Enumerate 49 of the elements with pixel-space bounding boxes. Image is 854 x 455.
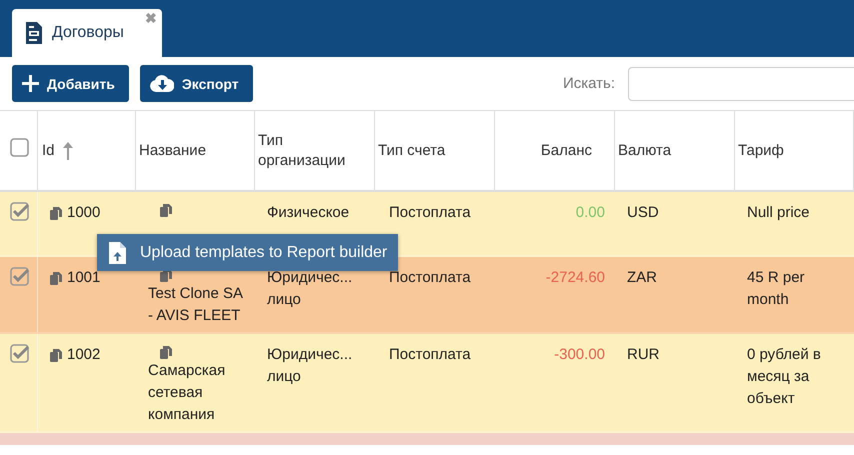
tab[interactable]: Договоры ✖	[12, 9, 162, 57]
copy-icon[interactable]	[160, 204, 172, 217]
table-cell: RUR	[627, 346, 660, 363]
table-cell-text: 1002	[67, 345, 100, 365]
table-cell: ZAR	[627, 269, 657, 286]
plus-icon	[22, 75, 39, 92]
table-cell: Постоплата	[389, 269, 471, 286]
table-cell: -2724.60	[546, 269, 605, 286]
copy-icon[interactable]	[50, 272, 62, 284]
table-cell-text: 1000	[67, 203, 100, 223]
table-cell: Test Clone SA - AVIS FLEET	[148, 285, 242, 324]
table-cell: Постоплата	[389, 204, 471, 221]
table-cell-text: 1001	[67, 268, 100, 288]
column-header[interactable]: Баланс	[540, 140, 592, 160]
export-button[interactable]: Экспорт	[140, 65, 253, 102]
column-header[interactable]: Тип организации	[258, 131, 371, 170]
table-cell: Физическое	[267, 204, 350, 221]
copy-icon[interactable]	[50, 348, 62, 362]
column-header[interactable]: Тип счета	[378, 140, 446, 160]
tooltip[interactable]: Upload templates to Report builder	[97, 234, 398, 271]
copy-icon[interactable]	[160, 346, 172, 359]
table-cell: 0 рублей в месяц за объект	[747, 346, 821, 407]
column-header[interactable]: Название	[139, 140, 206, 160]
column-header[interactable]: Тариф	[738, 140, 784, 160]
table-cell: Юридичес... лицо	[267, 346, 352, 385]
tab-label: Договоры	[52, 24, 124, 42]
checkbox[interactable]	[10, 138, 30, 158]
checkbox[interactable]	[10, 267, 30, 287]
table-cell: -300.00	[554, 346, 605, 363]
copy-icon[interactable]	[50, 206, 62, 220]
table-cell: Постоплата	[389, 346, 471, 363]
sort-arrow-icon[interactable]	[62, 142, 73, 160]
column-header[interactable]: Id	[42, 140, 55, 160]
search-field[interactable]	[628, 66, 854, 100]
cloud-download-icon	[150, 75, 174, 92]
column-header[interactable]: Валюта	[618, 140, 672, 160]
table-cell: Null price	[747, 204, 810, 221]
table-cell: USD	[627, 204, 659, 221]
file-upload-icon	[109, 242, 126, 264]
table-cell: Самарская сетевая компания	[148, 362, 226, 423]
table-cell: Юридичес... лицо	[267, 269, 352, 308]
table-cell: 0.00	[576, 204, 605, 221]
table-cell: 45 R per month	[747, 269, 805, 308]
tooltip-text: Upload templates to Report builder	[140, 244, 388, 262]
add-button[interactable]: Добавить	[12, 65, 129, 102]
checkbox[interactable]	[10, 344, 30, 364]
search-label: Искать:	[562, 75, 615, 92]
document-icon	[26, 22, 42, 44]
checkbox[interactable]	[10, 202, 30, 222]
